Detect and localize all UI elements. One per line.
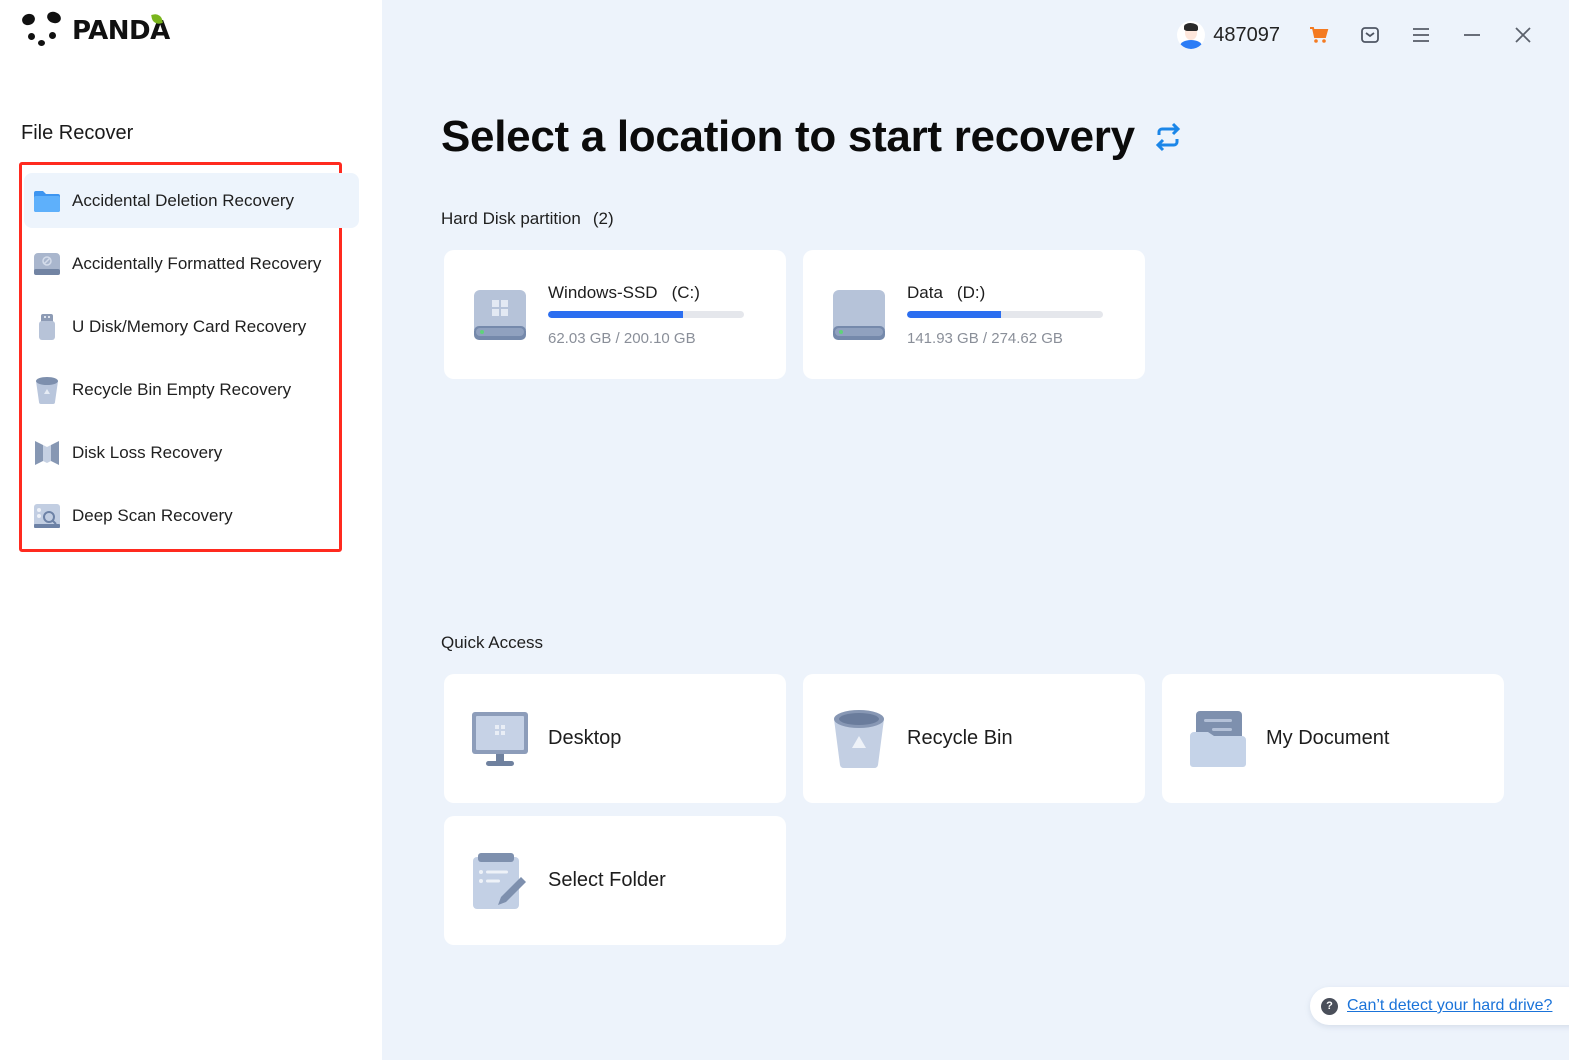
- page-title: Select a location to start recovery: [441, 112, 1183, 162]
- usage-bar-fill: [907, 310, 1002, 318]
- quick-access-label-text: Desktop: [548, 727, 622, 749]
- usage-bar: [548, 310, 744, 318]
- sidebar-item-udisk[interactable]: U Disk/Memory Card Recovery: [24, 299, 359, 354]
- partition-size: 141.93 GB / 274.62 GB: [907, 329, 1063, 347]
- close-icon: [1515, 27, 1531, 43]
- quick-access-my-document[interactable]: My Document: [1162, 674, 1504, 803]
- usb-drive-icon: [33, 313, 61, 341]
- panda-face-icon: [20, 9, 70, 50]
- recovery-menu: Accidental Deletion Recovery Accidentall…: [24, 173, 359, 551]
- sidebar-item-label: U Disk/Memory Card Recovery: [72, 316, 307, 336]
- message-icon: [1361, 27, 1379, 43]
- menu-icon: [1413, 28, 1429, 42]
- section-title: File Recover: [21, 122, 134, 144]
- quick-access-desktop[interactable]: Desktop: [444, 674, 786, 803]
- cant-detect-drive-link[interactable]: Can’t detect your hard drive?: [1347, 997, 1552, 1015]
- deep-scan-icon: [33, 502, 61, 530]
- quick-access-label-text: Select Folder: [548, 869, 666, 891]
- recycle-bin-icon: [33, 376, 61, 404]
- sidebar-item-accidental-deletion[interactable]: Accidental Deletion Recovery: [24, 173, 359, 228]
- quick-access-select-folder[interactable]: Select Folder: [444, 816, 786, 945]
- hard-disk-label: Hard Disk partition: [441, 209, 581, 228]
- question-icon: ?: [1321, 997, 1338, 1015]
- menu-button[interactable]: [1408, 22, 1434, 48]
- sidebar-item-deep-scan[interactable]: Deep Scan Recovery: [24, 488, 359, 543]
- desktop-icon: [470, 709, 530, 769]
- refresh-icon[interactable]: [1153, 122, 1183, 152]
- sidebar-item-label: Deep Scan Recovery: [72, 505, 233, 525]
- panda-logo: PANDA: [20, 9, 170, 50]
- partition-count: (2): [592, 209, 614, 228]
- help-banner: ? Can’t detect your hard drive?: [1310, 987, 1569, 1025]
- sidebar-item-label: Accidental Deletion Recovery: [72, 190, 295, 210]
- title-bar: 487097: [1177, 15, 1569, 55]
- formatted-disk-icon: [33, 250, 61, 278]
- quick-access-label-text: My Document: [1266, 727, 1390, 749]
- recycle-bin-icon: [829, 709, 889, 769]
- select-folder-icon: [470, 851, 530, 911]
- cart-icon: [1310, 27, 1329, 43]
- sidebar-item-disk-loss[interactable]: Disk Loss Recovery: [24, 425, 359, 480]
- usage-bar-fill: [548, 310, 684, 318]
- document-folder-icon: [1188, 709, 1248, 769]
- partition-size: 62.03 GB / 200.10 GB: [548, 329, 696, 347]
- sidebar-item-label: Accidentally Formatted Recovery: [72, 253, 322, 273]
- sidebar-item-label: Disk Loss Recovery: [72, 442, 223, 462]
- sidebar-item-recycle-bin[interactable]: Recycle Bin Empty Recovery: [24, 362, 359, 417]
- minimize-icon: [1464, 34, 1480, 36]
- page-title-text: Select a location to start recovery: [441, 112, 1135, 161]
- brand-name: PANDA: [72, 13, 170, 46]
- message-button[interactable]: [1357, 22, 1383, 48]
- partition-card-c[interactable]: Windows-SSD (C:) 62.03 GB / 200.10 GB: [444, 250, 786, 379]
- avatar[interactable]: [1177, 21, 1206, 49]
- folder-icon: [33, 187, 61, 215]
- quick-access-label: Quick Access: [441, 633, 544, 652]
- partition-card-d[interactable]: Data (D:) 141.93 GB / 274.62 GB: [803, 250, 1145, 379]
- sidebar-item-formatted[interactable]: Accidentally Formatted Recovery: [24, 236, 359, 291]
- partition-name: Windows-SSD (C:): [548, 282, 700, 302]
- hard-drive-icon: [470, 285, 530, 345]
- sidebar-item-label: Recycle Bin Empty Recovery: [72, 379, 292, 399]
- hard-drive-icon: [829, 285, 889, 345]
- disk-loss-icon: [33, 439, 61, 467]
- minimize-button[interactable]: [1459, 22, 1485, 48]
- usage-bar: [907, 310, 1103, 318]
- partition-name: Data (D:): [907, 282, 986, 302]
- quick-access-recycle-bin[interactable]: Recycle Bin: [803, 674, 1145, 803]
- user-id[interactable]: 487097: [1213, 24, 1280, 47]
- close-button[interactable]: [1510, 22, 1536, 48]
- hard-disk-section-label: Hard Disk partition (2): [441, 209, 614, 229]
- cart-button[interactable]: [1306, 22, 1332, 48]
- quick-access-label-text: Recycle Bin: [907, 727, 1013, 749]
